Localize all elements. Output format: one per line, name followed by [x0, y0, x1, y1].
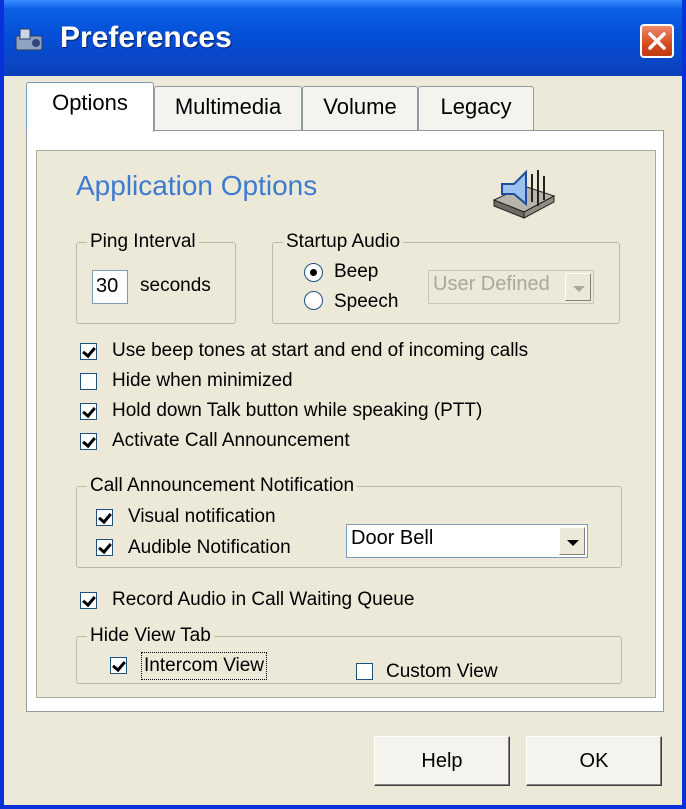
chevron-down-icon[interactable]: [559, 527, 585, 555]
beep-label: Beep: [334, 261, 379, 282]
group-label: Call Announcement Notification: [87, 474, 358, 498]
speech-radio[interactable]: [304, 291, 323, 310]
custom-view-checkbox[interactable]: [356, 663, 373, 680]
record-audio-label: Record Audio in Call Waiting Queue: [112, 589, 415, 610]
ping-interval-unit: seconds: [140, 275, 211, 296]
tab-volume[interactable]: Volume: [302, 86, 418, 130]
notification-sound-value: Door Bell: [351, 527, 434, 549]
tab-multimedia[interactable]: Multimedia: [154, 86, 302, 130]
speech-label: Speech: [334, 291, 399, 312]
hold-talk-checkbox[interactable]: [80, 403, 97, 420]
startup-sound-select: User Defined: [428, 270, 594, 304]
page-title: Application Options: [76, 170, 318, 201]
audible-notification-checkbox[interactable]: [96, 539, 113, 556]
hide-minimized-checkbox[interactable]: [80, 373, 97, 390]
custom-view-label: Custom View: [386, 661, 498, 682]
tab-label: Options: [52, 90, 128, 115]
tab-options[interactable]: Options: [26, 82, 154, 132]
help-button[interactable]: Help: [374, 736, 510, 786]
hide-minimized-label: Hide when minimized: [112, 370, 293, 391]
tab-label: Legacy: [440, 94, 512, 119]
group-label: Startup Audio: [283, 230, 404, 254]
hold-talk-label: Hold down Talk button while speaking (PT…: [112, 400, 483, 421]
beep-radio[interactable]: [304, 263, 323, 282]
beep-tones-checkbox[interactable]: [80, 343, 97, 360]
intercom-view-checkbox[interactable]: [110, 657, 127, 674]
group-label: Ping Interval: [87, 230, 199, 254]
ping-interval-input[interactable]: 30: [92, 270, 128, 304]
record-audio-checkbox[interactable]: [80, 592, 97, 609]
activate-call-checkbox[interactable]: [80, 433, 97, 450]
speaker-icon: [490, 160, 560, 226]
close-button[interactable]: [640, 24, 674, 58]
tab-label: Volume: [323, 94, 397, 119]
chevron-down-icon: [565, 273, 591, 301]
visual-notification-label: Visual notification: [128, 506, 276, 527]
notification-sound-select[interactable]: Door Bell: [346, 524, 588, 558]
activate-call-label: Activate Call Announcement: [112, 430, 350, 451]
close-icon: [648, 32, 666, 50]
intercom-view-label: Intercom View: [140, 652, 268, 680]
group-label: Hide View Tab: [87, 624, 214, 648]
app-icon: [14, 26, 46, 54]
visual-notification-checkbox[interactable]: [96, 509, 113, 526]
beep-tones-label: Use beep tones at start and end of incom…: [112, 340, 529, 361]
window-title: Preferences: [60, 21, 232, 54]
tab-legacy[interactable]: Legacy: [418, 86, 534, 130]
ok-button[interactable]: OK: [526, 736, 662, 786]
title-bar[interactable]: Preferences: [4, 0, 682, 76]
tab-label: Multimedia: [174, 94, 282, 119]
startup-sound-value: User Defined: [433, 273, 550, 295]
audible-notification-label: Audible Notification: [128, 537, 291, 558]
